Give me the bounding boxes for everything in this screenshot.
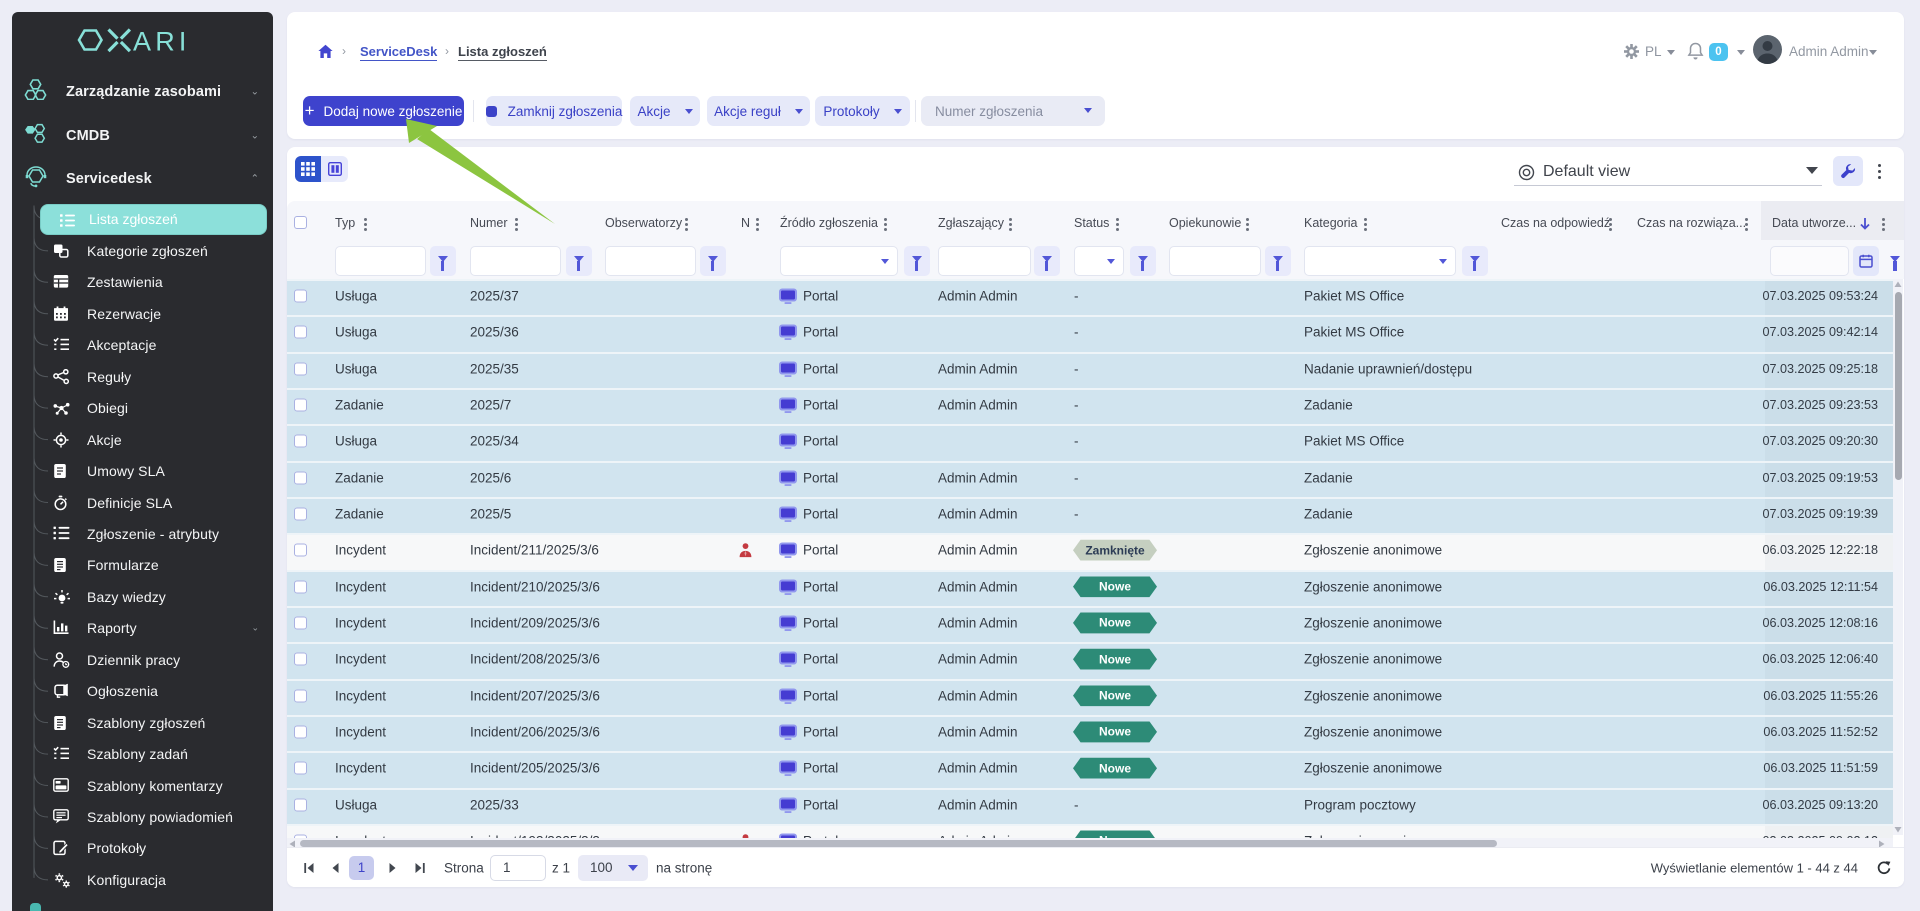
svg-text:ARI: ARI (133, 27, 191, 55)
